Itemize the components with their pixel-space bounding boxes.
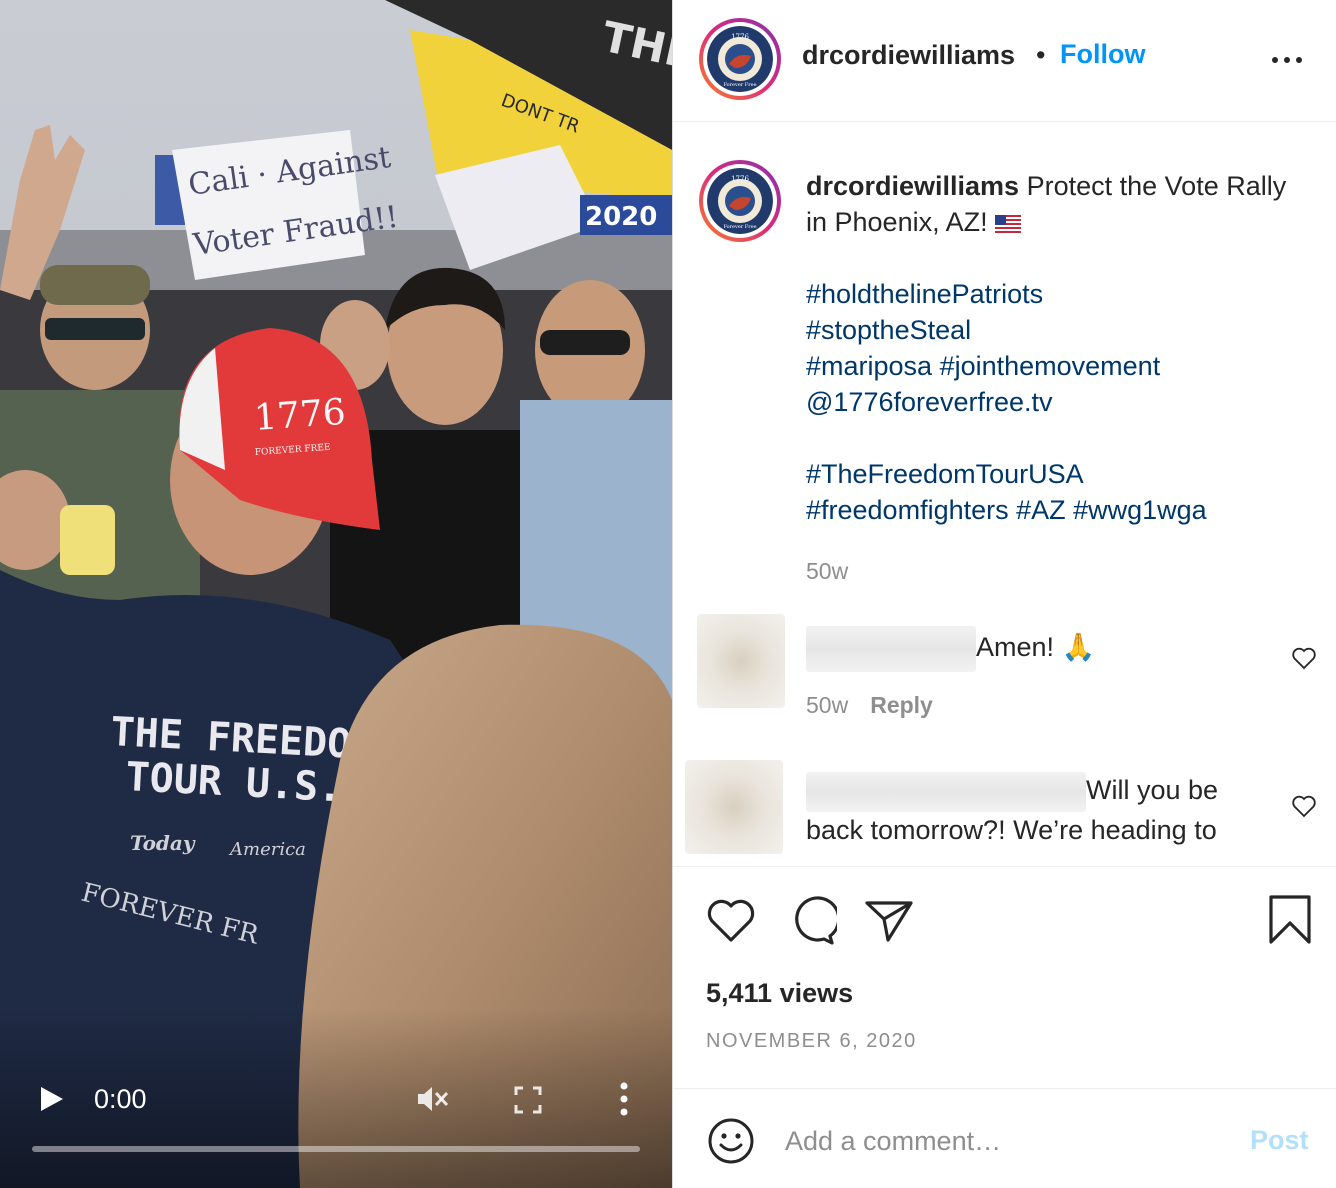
separator-dot: •	[1036, 40, 1046, 70]
shirt-text-line3: Today	[130, 831, 196, 855]
share-icon[interactable]	[863, 898, 915, 944]
comment-input[interactable]	[785, 1115, 1225, 1167]
hashtag-link[interactable]: #stoptheSteal	[806, 312, 1296, 348]
post-sidebar: 1776 Forever Free drcordiewilliams • Fol…	[672, 0, 1336, 1188]
follow-button[interactable]: Follow	[1060, 39, 1145, 70]
avatar-logo-icon: 1776 Forever Free	[707, 168, 773, 234]
heart-icon[interactable]	[705, 896, 757, 944]
video-progress-bar[interactable]	[32, 1146, 640, 1152]
commenter-username-blurred[interactable]	[806, 772, 1086, 812]
comment-timestamp[interactable]: 50w	[806, 692, 848, 718]
post-comment-button[interactable]: Post	[1250, 1125, 1309, 1156]
avatar-bottom-text: Forever Free	[723, 224, 756, 230]
shirt-text-line4: America	[228, 839, 306, 860]
more-options-icon[interactable]	[1269, 46, 1305, 74]
mention-link[interactable]: @1776foreverfree.tv	[806, 384, 1296, 420]
reply-button[interactable]: Reply	[870, 692, 933, 718]
comment-meta: 50w Reply	[806, 692, 933, 719]
post-date[interactable]: NOVEMBER 6, 2020	[706, 1030, 917, 1053]
us-flag-icon	[995, 215, 1022, 233]
video-time: 0:00	[94, 1084, 147, 1114]
hashtag-link[interactable]: #mariposa #jointhemovement	[806, 348, 1296, 384]
video-player[interactable]: THE SE DONT TR Cali · Against Voter Frau…	[0, 0, 672, 1188]
bookmark-icon[interactable]	[1267, 894, 1313, 946]
post-caption: drcordiewilliams Protect the Vote Rally …	[806, 168, 1296, 528]
caption-avatar[interactable]: 1776 Forever Free	[699, 160, 781, 242]
add-comment-bar: Post	[673, 1088, 1336, 1188]
comment-avatar[interactable]	[685, 760, 783, 854]
avatar-top-text: 1776	[731, 33, 749, 41]
vertical-dots-icon[interactable]	[610, 1080, 638, 1118]
commenter-username-blurred[interactable]	[806, 626, 976, 672]
cap-text: 1776	[253, 392, 347, 439]
header-username-link[interactable]: drcordiewilliams	[802, 40, 1015, 71]
caption-username-link[interactable]: drcordiewilliams	[806, 171, 1019, 201]
comment-body-line1: Will you be	[1086, 775, 1219, 806]
hashtag-link[interactable]: #holdthelinePatriots	[806, 276, 1296, 312]
heart-icon[interactable]	[1291, 794, 1317, 818]
comment-item: Amen! 🙏 50w Reply	[673, 612, 1336, 742]
heart-icon[interactable]	[1291, 646, 1317, 670]
avatar[interactable]: 1776 Forever Free	[699, 18, 781, 100]
sign-2020-text: 2020	[585, 202, 657, 232]
comment-avatar[interactable]	[697, 614, 785, 708]
emoji-icon[interactable]	[707, 1117, 755, 1165]
avatar-top-text: 1776	[731, 175, 749, 183]
post-actions: 5,411 views NOVEMBER 6, 2020	[673, 868, 1336, 1088]
comment-text: Will you be back tomorrow?! We’re headin…	[806, 772, 1266, 848]
comment-body: Amen! 🙏	[976, 632, 1096, 663]
caption-timestamp[interactable]: 50w	[806, 558, 848, 585]
play-icon[interactable]	[34, 1082, 68, 1116]
fullscreen-icon[interactable]	[512, 1084, 544, 1116]
hashtag-link[interactable]: #TheFreedomTourUSA	[806, 456, 1296, 492]
views-count[interactable]: 5,411 views	[706, 978, 853, 1009]
avatar-logo-icon: 1776 Forever Free	[707, 26, 773, 92]
avatar-bottom-text: Forever Free	[723, 82, 756, 88]
post-header: 1776 Forever Free drcordiewilliams • Fol…	[673, 0, 1336, 122]
comment-item: Will you be back tomorrow?! We’re headin…	[673, 758, 1336, 866]
comment-icon[interactable]	[785, 896, 837, 946]
hashtag-link[interactable]: #freedomfighters #AZ #wwg1wga	[806, 492, 1296, 528]
comment-text: Amen! 🙏	[806, 626, 1266, 672]
muted-speaker-icon[interactable]	[414, 1082, 450, 1116]
comment-body-line2: back tomorrow?! We’re heading to	[806, 815, 1217, 845]
comments-scroll-area[interactable]: 1776 Forever Free drcordiewilliams Prote…	[673, 122, 1336, 867]
